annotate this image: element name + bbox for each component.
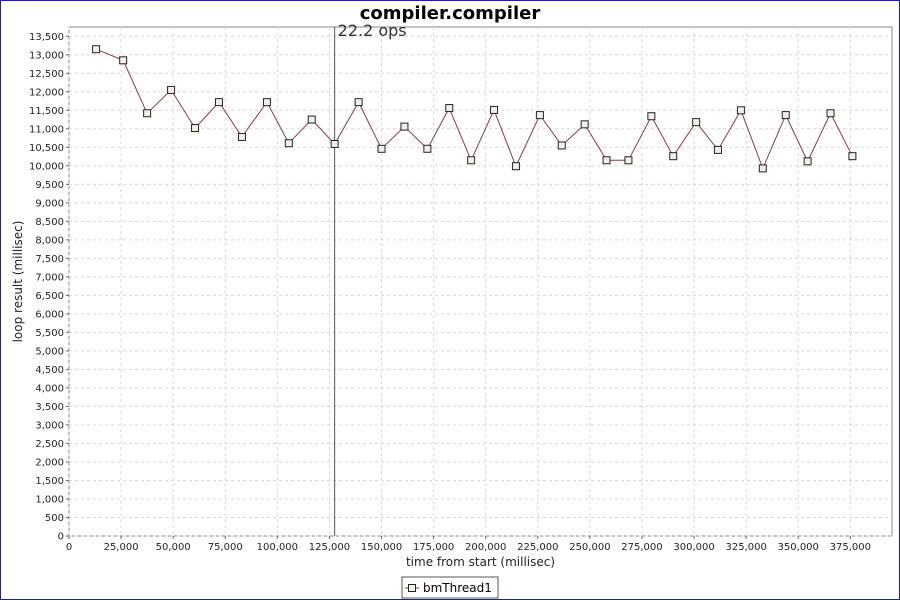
data-point <box>624 156 633 165</box>
x-tick-label: 25,000 <box>104 542 139 553</box>
legend-marker <box>408 584 416 592</box>
x-tick-label: 375,000 <box>830 542 871 553</box>
x-tick-label: 150,000 <box>361 542 402 553</box>
x-tick-label: 75,000 <box>208 542 243 553</box>
data-point <box>191 124 200 133</box>
y-tick-label: 0 <box>58 532 64 543</box>
y-tick-label: 3,500 <box>35 402 64 413</box>
y-tick-label: 1,000 <box>35 494 64 505</box>
y-tick-label: 11,500 <box>29 106 64 117</box>
x-axis-label: time from start (millisec) <box>406 555 555 569</box>
data-point <box>92 45 101 54</box>
data-point <box>377 144 386 153</box>
data-point <box>511 162 520 171</box>
data-point <box>262 98 271 107</box>
data-point <box>237 132 246 141</box>
data-point <box>284 139 293 148</box>
y-tick-label: 5,000 <box>35 346 64 357</box>
y-tick-label: 8,000 <box>35 235 64 246</box>
y-tick-label: 6,500 <box>35 291 64 302</box>
y-tick-label: 1,500 <box>35 476 64 487</box>
y-tick-label: 3,000 <box>35 420 64 431</box>
y-tick-label: 10,000 <box>29 161 64 172</box>
y-tick-label: 13,500 <box>29 32 64 43</box>
data-point <box>826 109 835 118</box>
y-axis: 0 500 1,000 1,500 2,000 2,500 3,000 3,500 4,000 4… <box>29 32 69 543</box>
data-point <box>535 111 544 120</box>
chart: compiler.compiler 05001,0001,5002,0002,5… <box>11 3 893 599</box>
y-tick-label: 2,500 <box>35 439 64 450</box>
x-tick-label: 200,000 <box>465 542 506 553</box>
x-tick-label: 100,000 <box>257 542 298 553</box>
data-point <box>354 98 363 107</box>
y-tick-label: 8,500 <box>35 217 64 228</box>
x-tick-label: 325,000 <box>725 542 766 553</box>
data-point <box>490 105 499 114</box>
data-point <box>580 120 589 129</box>
data-point <box>307 115 316 124</box>
data-point <box>714 145 723 154</box>
data-point <box>445 104 454 113</box>
data-point <box>400 122 409 131</box>
x-tick-label: 225,000 <box>517 542 558 553</box>
data-point <box>423 144 432 153</box>
y-tick-label: 5,500 <box>35 328 64 339</box>
y-tick-label: 7,500 <box>35 254 64 265</box>
x-tick-label: 0 <box>66 542 72 553</box>
data-point <box>602 156 611 165</box>
x-axis: 0 25,000 50,000 75,000 100,000 125,000 150,000… <box>66 536 871 553</box>
data-point <box>758 164 767 173</box>
y-axis-label: loop result (millisec) <box>11 221 25 343</box>
y-tick-label: 4,000 <box>35 383 64 394</box>
y-tick-label: 500 <box>45 513 64 524</box>
data-point <box>669 152 678 161</box>
y-tick-label: 12,500 <box>29 69 64 80</box>
x-tick-label: 300,000 <box>673 542 714 553</box>
data-point <box>467 156 476 165</box>
y-tick-label: 7,000 <box>35 272 64 283</box>
legend: bmThread1 <box>401 576 499 599</box>
data-point <box>215 98 224 107</box>
x-tick-label: 175,000 <box>413 542 454 553</box>
legend-label: bmThread1 <box>423 581 492 595</box>
marker-line-label: 22.2 ops <box>338 21 407 40</box>
y-tick-label: 2,000 <box>35 457 64 468</box>
data-point <box>848 152 857 161</box>
y-tick-label: 10,500 <box>29 143 64 154</box>
y-tick-label: 4,500 <box>35 365 64 376</box>
x-tick-label: 250,000 <box>569 542 610 553</box>
data-point <box>557 141 566 150</box>
y-tick-label: 9,500 <box>35 180 64 191</box>
x-tick-label: 350,000 <box>778 542 819 553</box>
y-tick-label: 9,000 <box>35 198 64 209</box>
x-tick-label: 50,000 <box>156 542 191 553</box>
y-tick-label: 6,000 <box>35 309 64 320</box>
data-point <box>647 112 656 121</box>
plot-area <box>68 26 893 537</box>
data-point <box>781 111 790 120</box>
data-point <box>119 56 128 65</box>
y-tick-label: 12,000 <box>29 87 64 98</box>
data-point <box>803 157 812 166</box>
data-point <box>167 85 176 94</box>
x-tick-label: 125,000 <box>309 542 350 553</box>
x-tick-label: 275,000 <box>621 542 662 553</box>
y-tick-label: 13,000 <box>29 50 64 61</box>
data-point <box>736 106 745 115</box>
data-point <box>330 139 339 148</box>
y-tick-label: 11,000 <box>29 124 64 135</box>
data-point <box>692 118 701 127</box>
data-point <box>143 109 152 118</box>
